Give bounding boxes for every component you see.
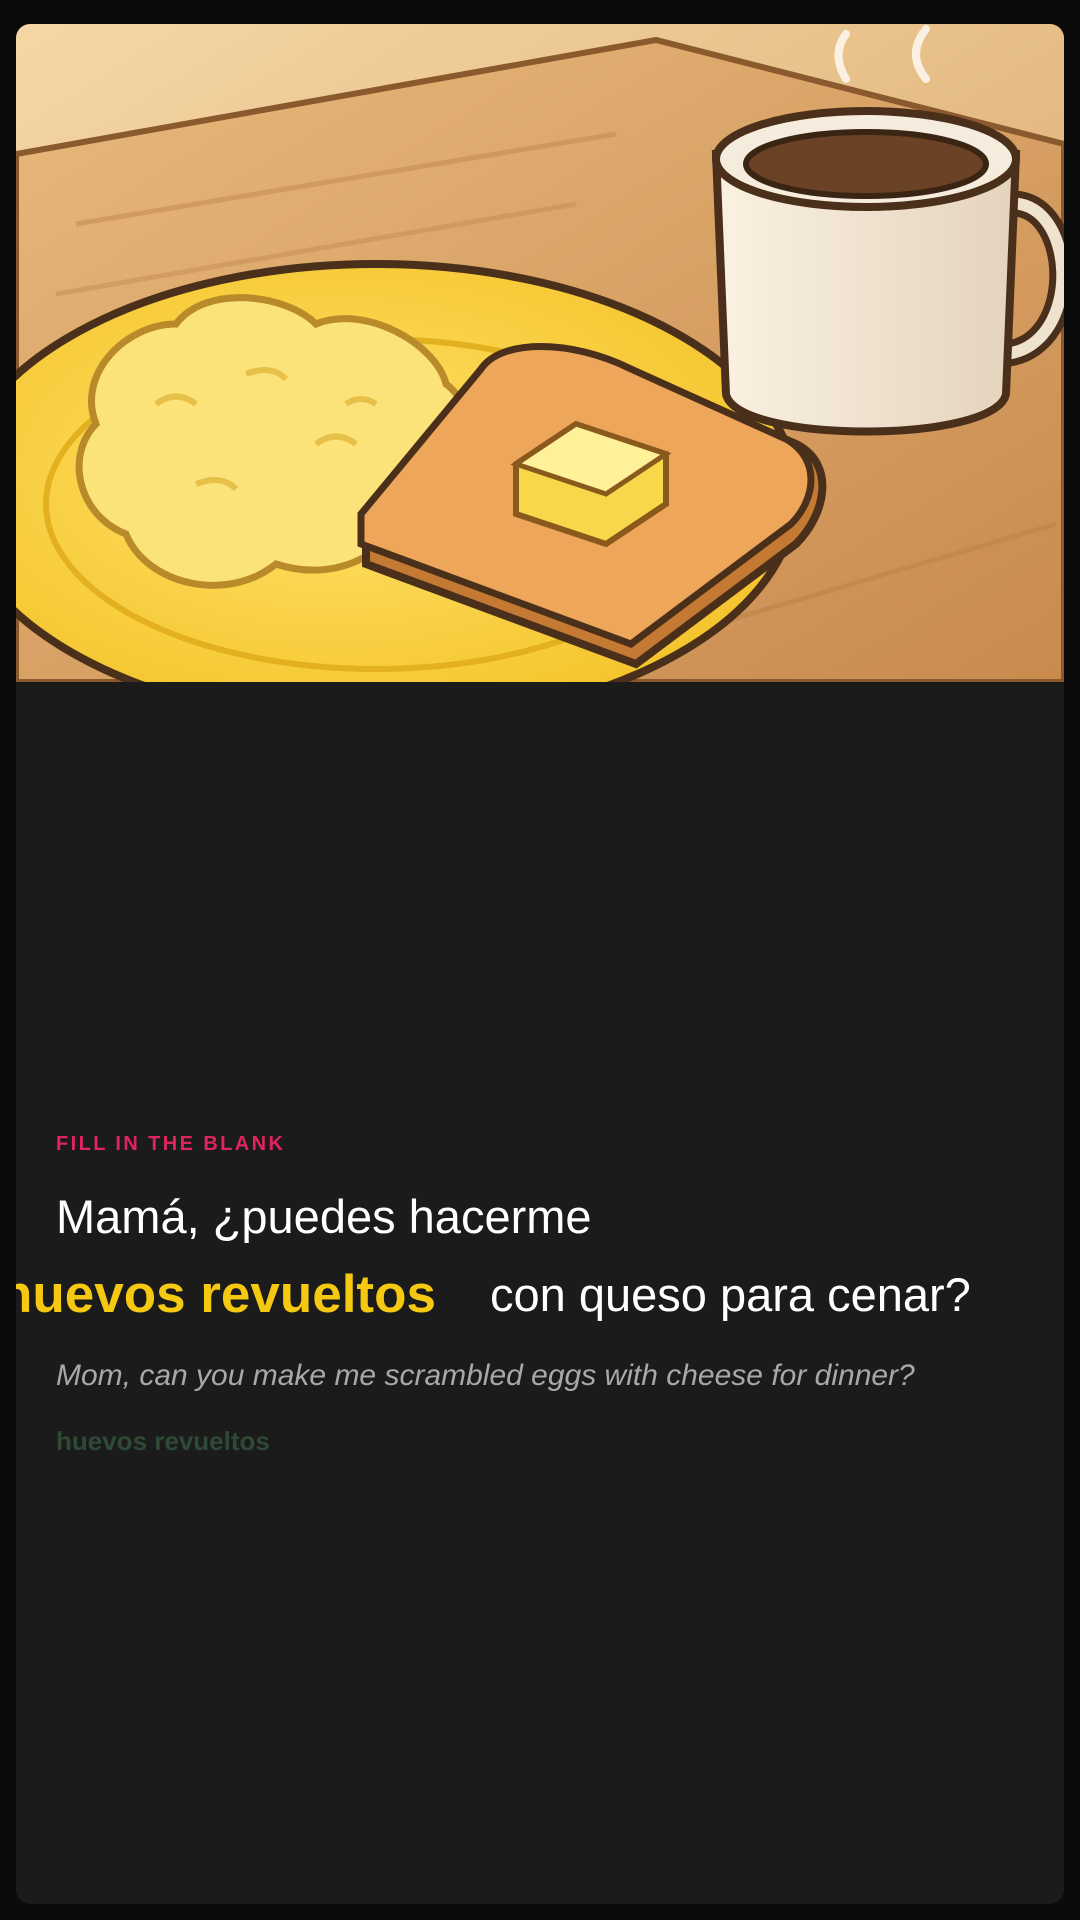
translation-text: Mom, can you make me scrambled eggs with… (56, 1359, 915, 1392)
answer-hint: huevos revueltos (56, 1426, 270, 1456)
card-content: FILL IN THE BLANK Mamá, ¿puedes hacerme … (16, 1132, 1036, 1456)
prompt-sentence: Mamá, ¿puedes hacerme con queso para cen… (16, 1178, 1036, 1334)
sentence-before: Mamá, ¿puedes hacerme (56, 1190, 592, 1243)
flashcard: FILL IN THE BLANK Mamá, ¿puedes hacerme … (16, 24, 1064, 1904)
sentence-after: con queso para cenar? (490, 1268, 971, 1321)
breakfast-illustration (16, 24, 1064, 682)
coffee-mug-icon (711, 107, 1064, 436)
answer-blank[interactable]: huevos revueltos (16, 1256, 436, 1334)
exercise-type-label: FILL IN THE BLANK (56, 1133, 286, 1155)
sentence-line-2: con queso para cenar? huevos revueltos (16, 1256, 1036, 1334)
